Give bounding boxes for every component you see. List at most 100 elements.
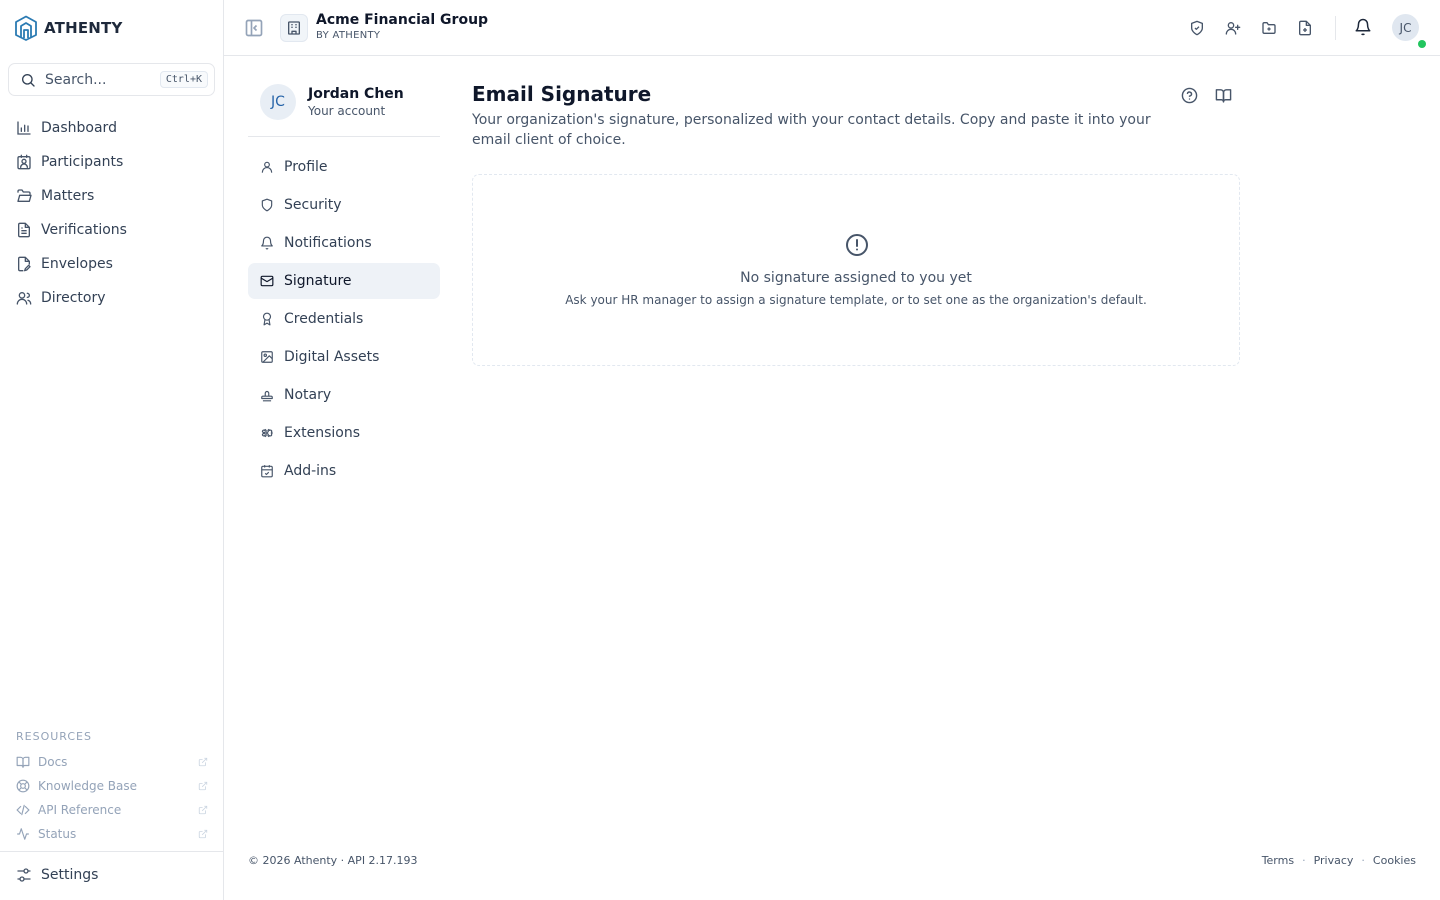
account-subtitle: Your account [308,104,386,118]
account-tab-signature[interactable]: Signature [248,263,440,299]
users-icon [16,290,32,306]
org-subtitle: BY ATHENTY [316,30,381,41]
nav-item-verifications[interactable]: Verifications [8,213,215,247]
page-description: Your organization's signature, personali… [472,112,1151,148]
user-avatar-button[interactable]: JC [1392,14,1419,41]
account-menu: Profile Security Notifications Signature… [248,149,440,489]
code-icon [16,803,30,817]
presence-indicator [1418,40,1426,48]
bar-chart-icon [16,120,32,136]
file-plus-icon [1297,20,1313,36]
help-button[interactable] [1181,87,1198,104]
account-avatar: JC [260,84,296,120]
new-envelope-button[interactable] [1295,18,1315,38]
nav-item-label: Envelopes [41,256,113,272]
account-tab-security[interactable]: Security [248,187,440,223]
add-participant-button[interactable] [1223,18,1243,38]
nav-item-participants[interactable]: Participants [8,145,215,179]
account-tab-digital-assets[interactable]: Digital Assets [248,339,440,375]
account-tab-add-ins[interactable]: Add-ins [248,453,440,489]
user-plus-icon [1225,20,1241,36]
notifications-button[interactable] [1354,18,1372,36]
account-tab-notifications[interactable]: Notifications [248,225,440,261]
external-link-icon [198,805,208,815]
external-link-icon [198,781,208,791]
resources-title: RESOURCES [16,730,92,743]
account-tab-credentials[interactable]: Credentials [248,301,440,337]
empty-state-title: No signature assigned to you yet [740,270,972,286]
org-name: Acme Financial Group [316,12,489,28]
building-icon [286,20,302,36]
account-tab-label: Notary [284,387,332,403]
external-link-icon [198,829,208,839]
main-nav: Dashboard Participants Matters Verificat… [8,111,215,315]
footer-separator: · [1361,854,1365,867]
shield-check-icon [1189,20,1205,36]
new-verification-button[interactable] [1187,18,1207,38]
resource-link-api-reference[interactable]: API Reference [16,798,208,822]
book-open-icon [1215,87,1232,104]
nav-item-label: Matters [41,188,95,204]
stamp-icon [260,388,274,402]
docs-button[interactable] [1215,87,1232,104]
sidebar-toggle-button[interactable] [244,18,264,38]
mail-icon [260,274,274,288]
user-icon [260,160,274,174]
empty-state: No signature assigned to you yet Ask you… [472,174,1240,366]
folder-open-icon [16,188,32,204]
contact-icon [16,154,32,170]
brand-logo[interactable]: ATHENTY [14,15,123,41]
resource-label: Docs [38,755,68,769]
life-buoy-icon [16,779,30,793]
nav-item-matters[interactable]: Matters [8,179,215,213]
search-input[interactable]: Search... Ctrl+K [8,63,215,96]
external-link-icon [198,757,208,767]
account-tab-label: Security [284,197,342,213]
settings-section: Settings [0,851,223,900]
footer-separator: · [1302,854,1306,867]
folder-plus-icon [1261,20,1277,36]
calendar-check-icon [260,464,274,478]
account-header: JC Jordan Chen Your account [248,72,440,137]
nav-item-dashboard[interactable]: Dashboard [8,111,215,145]
footer-link-privacy[interactable]: Privacy [1314,854,1354,867]
file-text-icon [16,222,32,238]
resource-label: Status [38,827,77,841]
shield-icon [260,198,274,212]
account-tab-label: Extensions [284,425,361,441]
award-icon [260,312,274,326]
resource-link-knowledge-base[interactable]: Knowledge Base [16,774,208,798]
sidebar: ATHENTY Search... Ctrl+K Dashboard Parti… [0,0,224,900]
resource-link-docs[interactable]: Docs [16,750,208,774]
file-signature-icon [16,256,32,272]
bell-icon [1354,18,1372,36]
footer-link-terms[interactable]: Terms [1262,854,1294,867]
account-tab-label: Notifications [284,235,372,251]
nav-item-label: Participants [41,154,124,170]
resource-link-status[interactable]: Status [16,822,208,846]
book-icon [16,755,30,769]
brand-name: ATHENTY [44,19,123,37]
new-matter-button[interactable] [1259,18,1279,38]
nav-item-envelopes[interactable]: Envelopes [8,247,215,281]
account-tab-label: Add-ins [284,463,337,479]
account-tab-label: Profile [284,159,328,175]
footer-link-cookies[interactable]: Cookies [1373,854,1416,867]
org-switcher-button[interactable] [280,14,308,42]
account-tab-extensions[interactable]: Extensions [248,415,440,451]
account-tab-profile[interactable]: Profile [248,149,440,185]
nav-item-directory[interactable]: Directory [8,281,215,315]
athenty-logo-icon [14,15,38,41]
bell-icon [260,236,274,250]
search-icon [20,72,36,88]
account-tab-label: Signature [284,273,352,289]
account-name: Jordan Chen [308,86,404,102]
account-tab-notary[interactable]: Notary [248,377,440,413]
settings-button[interactable]: Settings [16,867,98,883]
help-circle-icon [1181,87,1198,104]
resource-label: Knowledge Base [38,779,137,793]
account-tab-label: Digital Assets [284,349,380,365]
nav-item-label: Dashboard [41,120,117,136]
nav-item-label: Directory [41,290,106,306]
alert-circle-icon [845,233,869,257]
